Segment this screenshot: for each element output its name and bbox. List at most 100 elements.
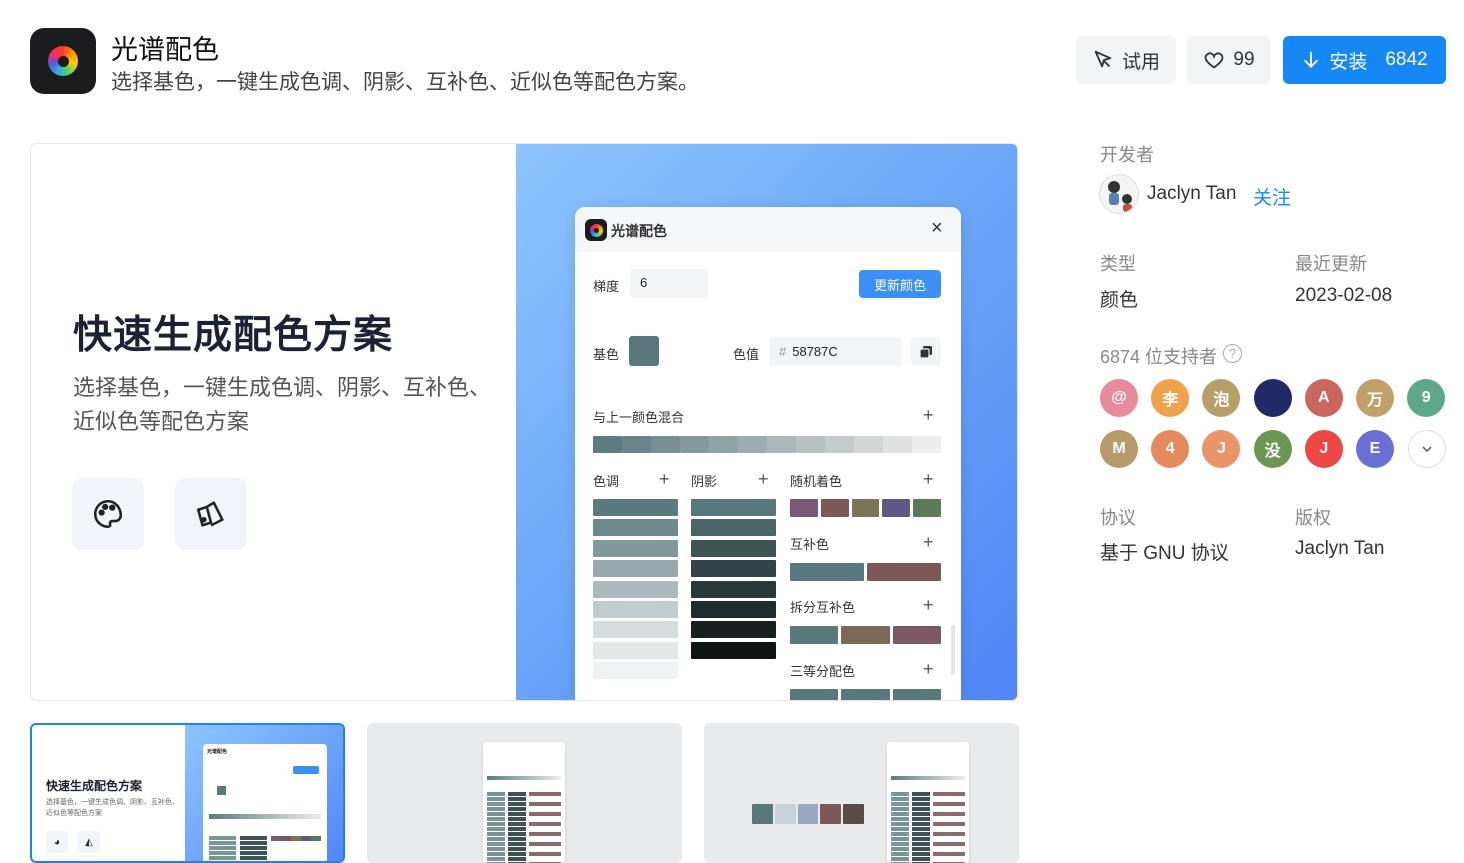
steps-input[interactable]: 6 xyxy=(630,269,708,298)
color-swatch[interactable] xyxy=(851,499,880,517)
color-swatch[interactable] xyxy=(680,436,709,453)
chevron-down-icon[interactable] xyxy=(1408,430,1446,468)
install-button[interactable]: 安装 6842 xyxy=(1283,36,1446,84)
color-swatch[interactable] xyxy=(691,641,776,659)
color-swatch[interactable] xyxy=(841,626,890,644)
developer-avatar[interactable] xyxy=(1099,174,1139,214)
color-swatch[interactable] xyxy=(912,436,941,453)
color-swatch[interactable] xyxy=(767,436,796,453)
shade-add-icon[interactable]: + xyxy=(758,470,769,488)
hex-input[interactable]: # 58787C xyxy=(769,337,902,366)
install-count: 6842 xyxy=(1385,49,1428,70)
color-swatch[interactable] xyxy=(593,436,622,453)
thumbnail-3[interactable] xyxy=(704,723,1019,863)
color-swatch[interactable] xyxy=(593,519,678,537)
color-swatch[interactable] xyxy=(622,436,651,453)
color-swatch[interactable] xyxy=(820,804,842,824)
color-swatch[interactable] xyxy=(738,436,767,453)
palette-icon xyxy=(72,478,144,550)
split-add-icon[interactable]: + xyxy=(923,596,934,614)
supporter-avatar[interactable]: 泡 xyxy=(1202,379,1241,417)
color-swatch[interactable] xyxy=(752,804,773,824)
try-label: 试用 xyxy=(1121,51,1160,73)
supporter-avatar[interactable]: 9 xyxy=(1407,379,1446,417)
supporter-avatar[interactable]: 李 xyxy=(1151,379,1190,417)
follow-link[interactable]: 关注 xyxy=(1253,183,1291,210)
thumb-palette-icon: ◕ xyxy=(46,831,68,853)
color-swatch[interactable] xyxy=(593,560,678,578)
color-swatch[interactable] xyxy=(892,689,941,700)
color-swatch[interactable] xyxy=(691,499,776,516)
color-swatch[interactable] xyxy=(774,804,796,824)
thumb-swatch-icon: ◭ xyxy=(78,831,100,853)
color-swatch[interactable] xyxy=(790,563,864,581)
like-button[interactable]: 99 xyxy=(1187,36,1271,84)
color-swatch[interactable] xyxy=(790,499,818,517)
color-swatch[interactable] xyxy=(790,626,839,644)
color-swatch[interactable] xyxy=(691,601,776,618)
developer-name[interactable]: Jaclyn Tan xyxy=(1147,183,1236,205)
color-swatch[interactable] xyxy=(867,563,941,581)
thumbnail-1[interactable]: 快速生成配色方案 选择基色，一键生成色调、阴影、互补色、近似色等配色方案 ◕ ◭… xyxy=(30,723,345,863)
color-swatch[interactable] xyxy=(593,662,678,680)
thumb2-right-col xyxy=(529,792,561,863)
supporter-avatar[interactable]: @ xyxy=(1100,379,1138,417)
triad-add-icon[interactable]: + xyxy=(923,660,934,678)
color-swatch[interactable] xyxy=(691,560,776,578)
color-swatch[interactable] xyxy=(691,580,776,598)
supporter-avatar[interactable] xyxy=(1253,379,1292,417)
thumb-mix-strip xyxy=(209,814,321,819)
copy-icon[interactable] xyxy=(911,337,941,366)
color-swatch[interactable] xyxy=(854,436,883,453)
supporter-avatar[interactable]: J xyxy=(1202,430,1241,468)
thumb-hero-subtitle: 选择基色，一键生成色调、阴影、互补色、近似色等配色方案 xyxy=(46,799,179,817)
color-swatch[interactable] xyxy=(593,641,678,659)
supporter-avatar[interactable]: 4 xyxy=(1151,430,1190,468)
random-add-icon[interactable]: + xyxy=(923,470,934,488)
color-swatch[interactable] xyxy=(593,621,678,639)
color-swatch[interactable] xyxy=(913,499,941,517)
color-swatch[interactable] xyxy=(691,539,776,557)
supporter-avatar[interactable]: A xyxy=(1304,379,1343,417)
color-swatch[interactable] xyxy=(882,499,911,517)
thumb-tone-col xyxy=(209,836,236,861)
color-swatch[interactable] xyxy=(820,499,849,517)
color-swatch[interactable] xyxy=(790,689,839,700)
color-swatch[interactable] xyxy=(593,601,678,618)
help-icon[interactable]: ? xyxy=(1223,344,1242,363)
color-swatch[interactable] xyxy=(892,626,941,644)
thumb-hero-title: 快速生成配色方案 xyxy=(46,779,143,793)
base-color-swatch[interactable] xyxy=(629,336,659,366)
color-swatch[interactable] xyxy=(709,436,738,453)
supporter-avatar[interactable]: 没 xyxy=(1253,430,1292,468)
supporter-avatar[interactable]: E xyxy=(1356,430,1394,468)
color-swatch[interactable] xyxy=(796,436,825,453)
color-swatch[interactable] xyxy=(593,539,678,557)
color-swatch[interactable] xyxy=(593,499,678,516)
thumbnail-2[interactable] xyxy=(367,723,682,863)
close-icon[interactable]: × xyxy=(931,217,943,240)
try-button[interactable]: 试用 xyxy=(1076,36,1176,84)
color-swatch[interactable] xyxy=(843,804,864,824)
color-swatch[interactable] xyxy=(883,436,912,453)
app-description: 选择基色，一键生成色调、阴影、互补色、近似色等配色方案。 xyxy=(111,71,699,94)
supporter-avatar[interactable]: J xyxy=(1304,430,1343,468)
triad-label: 三等分配色 xyxy=(790,664,856,679)
color-swatch[interactable] xyxy=(593,580,678,598)
color-swatch[interactable] xyxy=(825,436,854,453)
color-swatch[interactable] xyxy=(841,689,890,700)
color-swatch[interactable] xyxy=(691,621,776,639)
complement-add-icon[interactable]: + xyxy=(923,533,934,551)
mix-add-icon[interactable]: + xyxy=(923,406,934,424)
supporter-avatar[interactable]: 万 xyxy=(1356,379,1394,417)
complement-label: 互补色 xyxy=(790,537,830,552)
color-swatch[interactable] xyxy=(651,436,680,453)
color-swatch[interactable] xyxy=(691,519,776,537)
thumb-random-row xyxy=(271,836,321,841)
color-swatch[interactable] xyxy=(797,804,819,824)
update-color-button[interactable]: 更新颜色 xyxy=(859,270,941,298)
download-arrow-icon xyxy=(1304,51,1319,68)
supporter-avatar[interactable]: M xyxy=(1100,430,1138,468)
scrollbar[interactable] xyxy=(951,625,955,675)
tone-add-icon[interactable]: + xyxy=(659,470,670,488)
